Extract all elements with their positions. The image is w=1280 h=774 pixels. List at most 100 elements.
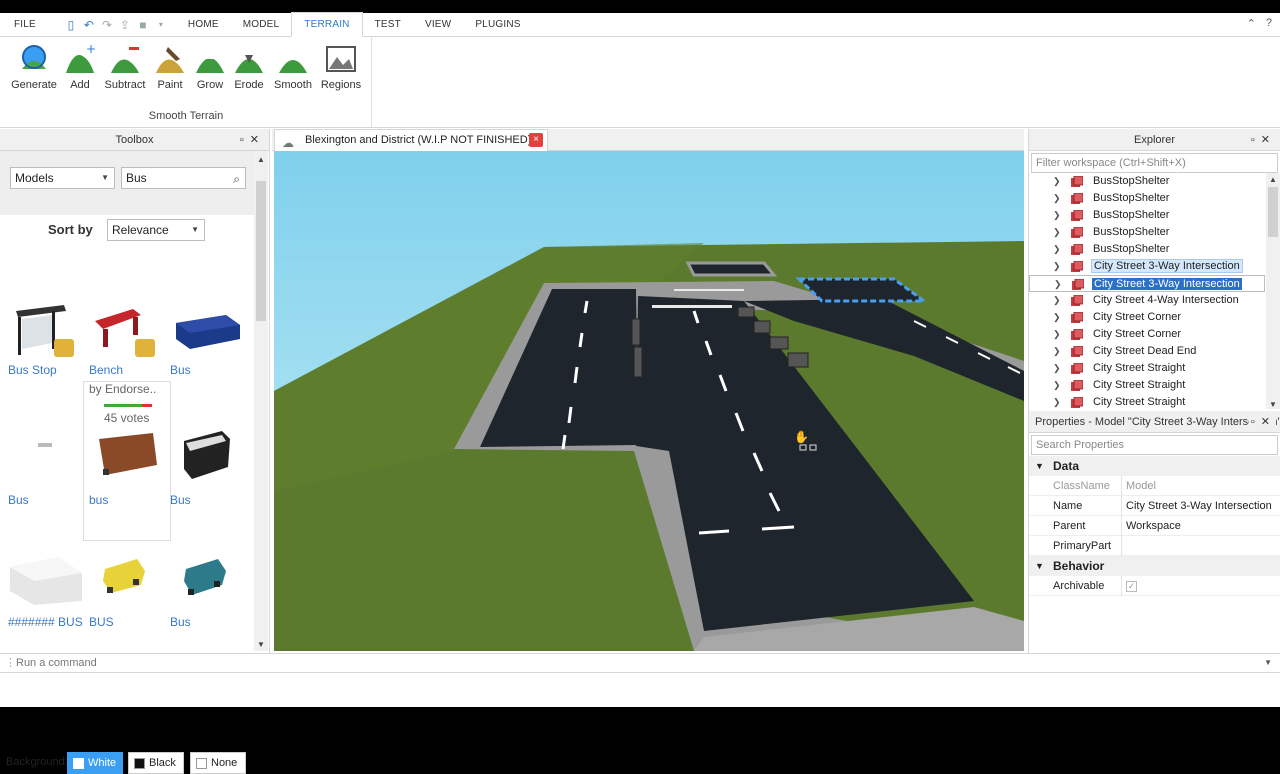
chevron-right-icon[interactable]: ❯ bbox=[1053, 224, 1061, 241]
toolbox-item-hash-bus[interactable]: ####### BUS bbox=[8, 551, 88, 629]
scroll-down-icon[interactable]: ▼ bbox=[254, 640, 268, 649]
toolbox-scrollbar[interactable]: ▲ ▼ bbox=[254, 151, 268, 651]
toolbox-item-bus-2[interactable]: Bus bbox=[8, 429, 88, 507]
search-properties-input[interactable]: Search Properties bbox=[1031, 435, 1278, 455]
scroll-down-icon[interactable]: ▼ bbox=[1266, 400, 1280, 409]
search-icon[interactable]: ⌕ bbox=[233, 169, 240, 189]
chevron-right-icon[interactable]: ❯ bbox=[1053, 241, 1061, 258]
file-menu[interactable]: FILE bbox=[0, 13, 50, 37]
undo-icon[interactable]: ↶ bbox=[82, 18, 96, 32]
prop-row-primarypart[interactable]: PrimaryPart bbox=[1029, 536, 1280, 556]
toolbox-search-input[interactable]: Bus ⌕ bbox=[121, 167, 246, 189]
tab-view[interactable]: VIEW bbox=[413, 13, 463, 37]
explorer-node[interactable]: ❯ City Street 4-Way Intersection bbox=[1029, 292, 1265, 309]
chevron-right-icon[interactable]: ❯ bbox=[1053, 258, 1061, 275]
explorer-node[interactable]: ❯ City Street Straight bbox=[1029, 394, 1265, 411]
command-bar[interactable]: ⋮ Run a command ▼ bbox=[0, 653, 1280, 673]
chevron-right-icon[interactable]: ❯ bbox=[1053, 326, 1061, 343]
explorer-node[interactable]: ❯ BusStopShelter bbox=[1029, 173, 1265, 190]
regions-button[interactable]: Regions bbox=[316, 43, 366, 91]
toolbox-item-bus[interactable]: Bus bbox=[170, 299, 250, 377]
chevron-right-icon[interactable]: ❯ bbox=[1053, 377, 1061, 394]
chevron-down-icon[interactable]: ▼ bbox=[1264, 654, 1272, 672]
chevron-right-icon[interactable]: ❯ bbox=[1053, 343, 1061, 360]
toolbox-panel: Toolbox ▫✕ Models ▼ Bus ⌕ Sort by Releva… bbox=[0, 129, 270, 774]
explorer-node[interactable]: ❯ City Street Corner bbox=[1029, 309, 1265, 326]
tab-terrain[interactable]: TERRAIN bbox=[291, 12, 363, 37]
new-file-icon[interactable]: ▯ bbox=[64, 18, 78, 32]
archivable-checkbox[interactable]: ✓ bbox=[1126, 581, 1137, 592]
toolbox-item-bus-4[interactable]: Bus bbox=[170, 429, 250, 507]
scrollbar-thumb[interactable] bbox=[256, 181, 266, 321]
tab-home[interactable]: HOME bbox=[176, 13, 231, 37]
bg-black-button[interactable]: Black bbox=[128, 752, 184, 774]
chevron-right-icon[interactable]: ❯ bbox=[1053, 173, 1061, 190]
ribbon-panel: Generate + Add Subtract Paint Grow Erode… bbox=[0, 37, 1280, 128]
stop-icon[interactable]: ■ bbox=[136, 18, 150, 32]
category-data[interactable]: ▼ Data bbox=[1029, 456, 1280, 476]
tab-model[interactable]: MODEL bbox=[231, 13, 292, 37]
tab-test[interactable]: TEST bbox=[363, 13, 413, 37]
explorer-node[interactable]: ❯ City Street Straight bbox=[1029, 360, 1265, 377]
toolbox-item-bus-caps[interactable]: BUS bbox=[89, 551, 169, 629]
erode-button[interactable]: Erode bbox=[224, 43, 274, 91]
add-button[interactable]: + Add bbox=[55, 42, 105, 91]
explorer-scrollbar[interactable]: ▲ ▼ bbox=[1266, 173, 1280, 409]
prop-row-name[interactable]: Name City Street 3-Way Intersection bbox=[1029, 496, 1280, 516]
chevron-right-icon[interactable]: ❯ bbox=[1053, 207, 1061, 224]
prop-row-parent[interactable]: Parent Workspace bbox=[1029, 516, 1280, 536]
generate-button[interactable]: Generate bbox=[9, 43, 59, 91]
explorer-node[interactable]: ❯ BusStopShelter bbox=[1029, 224, 1265, 241]
black-swatch-icon bbox=[134, 758, 145, 769]
qa-dropdown-icon[interactable]: ▾ bbox=[154, 18, 168, 32]
toolbox-item-bus-stop[interactable]: Bus Stop bbox=[8, 299, 88, 377]
chevron-right-icon[interactable]: ❯ bbox=[1053, 394, 1061, 411]
prop-row-archivable[interactable]: Archivable ✓ bbox=[1029, 576, 1280, 596]
sort-select[interactable]: Relevance ▼ bbox=[107, 219, 205, 241]
model-icon bbox=[1071, 209, 1084, 221]
scroll-up-icon[interactable]: ▲ bbox=[254, 151, 268, 164]
chevron-right-icon[interactable]: ❯ bbox=[1053, 360, 1061, 377]
explorer-node[interactable]: ❯ City Street 3-Way Intersection bbox=[1029, 258, 1265, 275]
subtract-button[interactable]: Subtract bbox=[100, 43, 150, 91]
toolbox-header: Toolbox ▫✕ bbox=[0, 129, 269, 151]
smooth-button[interactable]: Smooth bbox=[268, 43, 318, 91]
explorer-node[interactable]: ❯ BusStopShelter bbox=[1029, 241, 1265, 258]
chevron-down-icon: ▼ bbox=[191, 225, 199, 234]
explorer-node[interactable]: ❯ BusStopShelter bbox=[1029, 207, 1265, 224]
category-select[interactable]: Models ▼ bbox=[10, 167, 115, 189]
bg-white-button[interactable]: White bbox=[67, 752, 123, 774]
explorer-node[interactable]: ❯ City Street Dead End bbox=[1029, 343, 1265, 360]
explorer-node[interactable]: ❯ City Street Straight bbox=[1029, 377, 1265, 394]
chevron-right-icon[interactable]: ❯ bbox=[1053, 292, 1061, 309]
model-icon bbox=[1071, 226, 1084, 238]
command-input[interactable]: Run a command bbox=[16, 657, 97, 669]
item-votes: 45 votes bbox=[104, 411, 150, 425]
toolbox-item-bus-3[interactable]: bus bbox=[89, 429, 169, 507]
tab-plugins[interactable]: PLUGINS bbox=[463, 13, 532, 37]
chevron-right-icon[interactable]: ❯ bbox=[1053, 309, 1061, 326]
explorer-node[interactable]: ❯ City Street Corner bbox=[1029, 326, 1265, 343]
toolbox-item-bench[interactable]: Bench by Endorse.. 45 votes bbox=[89, 299, 169, 425]
scroll-up-icon[interactable]: ▲ bbox=[1266, 173, 1280, 184]
scrollbar-thumb[interactable] bbox=[1268, 187, 1278, 237]
category-behavior[interactable]: ▼ Behavior bbox=[1029, 556, 1280, 576]
explorer-node[interactable]: ❯ City Street 3-Way Intersection bbox=[1029, 275, 1265, 292]
toolbox-item-bus-5[interactable]: Bus bbox=[170, 551, 250, 629]
background-label: Background: bbox=[6, 756, 68, 768]
3d-viewport[interactable]: ✋ bbox=[274, 151, 1024, 651]
close-tab-icon[interactable]: × bbox=[529, 133, 543, 147]
publish-icon[interactable]: ⇪ bbox=[118, 18, 132, 32]
panel-controls[interactable]: ▫✕ bbox=[240, 129, 265, 151]
bg-none-button[interactable]: None bbox=[190, 752, 246, 774]
workspace-filter-input[interactable]: Filter workspace (Ctrl+Shift+X) bbox=[1031, 153, 1278, 173]
place-tab[interactable]: ☁ Blexington and District (W.I.P NOT FIN… bbox=[274, 129, 548, 151]
chevron-right-icon[interactable]: ❯ bbox=[1053, 190, 1061, 207]
panel-controls[interactable]: ▫✕ bbox=[1248, 411, 1276, 432]
explorer-node[interactable]: ❯ BusStopShelter bbox=[1029, 190, 1265, 207]
redo-icon[interactable]: ↷ bbox=[100, 18, 114, 32]
help-icon[interactable]: ? bbox=[1266, 17, 1272, 30]
collapse-ribbon-icon[interactable]: ⌃ bbox=[1247, 17, 1256, 30]
panel-controls[interactable]: ▫✕ bbox=[1251, 129, 1276, 151]
chevron-right-icon[interactable]: ❯ bbox=[1054, 276, 1062, 293]
